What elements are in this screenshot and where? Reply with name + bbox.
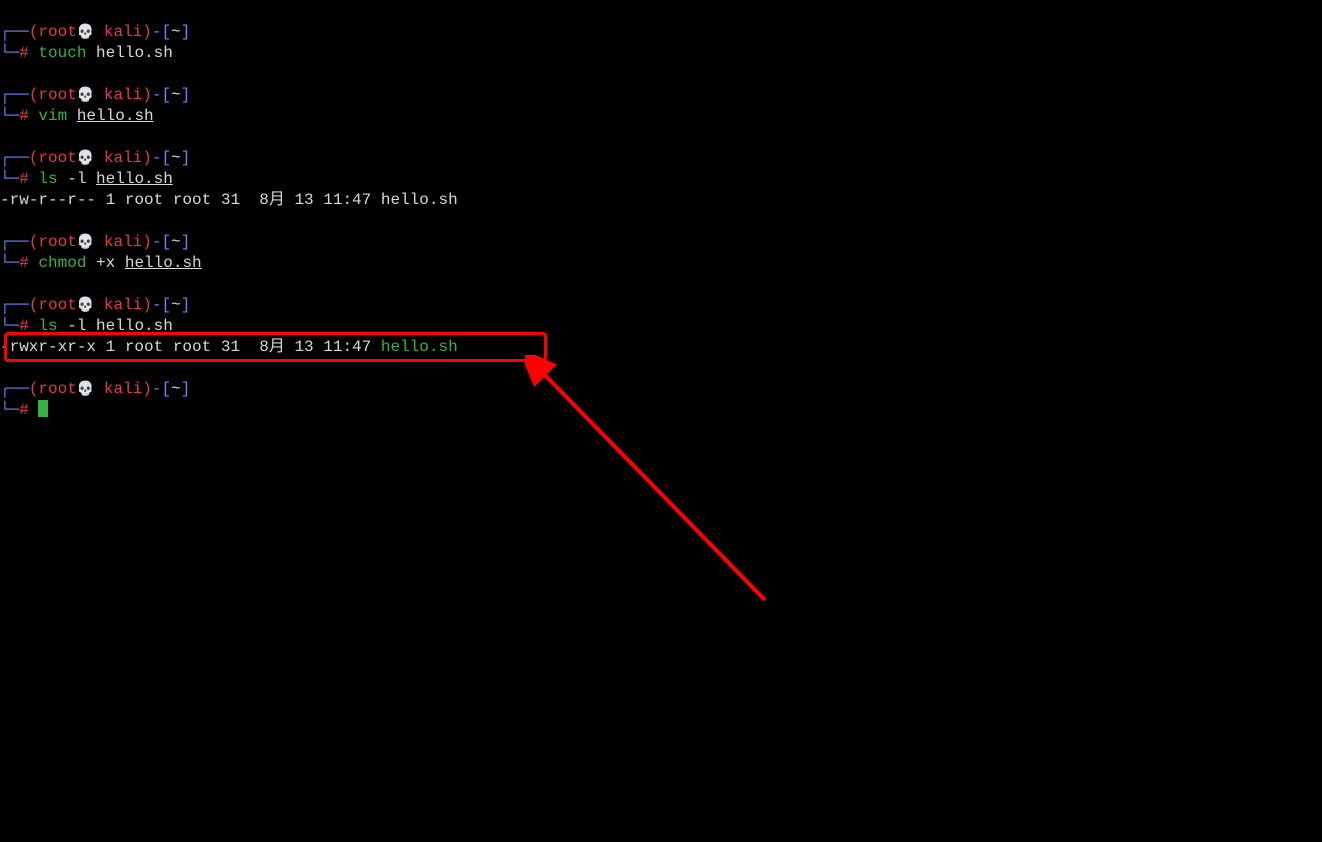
prompt-line: ┌──(root💀 kali)-[~] xyxy=(0,232,1322,253)
prompt-paren: ( xyxy=(29,23,39,41)
skull-icon: 💀 xyxy=(77,25,94,41)
prompt-line: ┌──(root💀 kali)-[~] xyxy=(0,379,1322,400)
command-arg: hello.sh xyxy=(77,107,154,125)
command: ls xyxy=(38,317,57,335)
prompt-sep: -[ xyxy=(152,23,171,41)
skull-icon: 💀 xyxy=(77,151,94,167)
command-line-active[interactable]: └─# xyxy=(0,400,1322,421)
prompt-user: root xyxy=(38,23,76,41)
command-output: -rw-r--r-- 1 root root 31 8月 13 11:47 he… xyxy=(0,190,1322,211)
command: ls xyxy=(38,170,57,188)
command-line: └─# ls -l hello.sh xyxy=(0,316,1322,337)
command-arg: hello.sh xyxy=(125,254,202,272)
prompt-host xyxy=(94,23,104,41)
skull-icon: 💀 xyxy=(77,88,94,104)
command-arg: hello.sh xyxy=(96,170,173,188)
command-line: └─# chmod +x hello.sh xyxy=(0,253,1322,274)
prompt-corner: └─ xyxy=(0,44,19,62)
command-line: └─# touch hello.sh xyxy=(0,43,1322,64)
command-output-highlighted: -rwxr-xr-x 1 root root 31 8月 13 11:47 he… xyxy=(0,337,1322,358)
command-flag: -l xyxy=(67,317,86,335)
prompt-cwd: ~ xyxy=(171,23,181,41)
prompt-line: ┌──(root💀 kali)-[~] xyxy=(0,85,1322,106)
prompt-sep: ] xyxy=(181,23,191,41)
blank-line xyxy=(0,64,1322,85)
command-arg: hello.sh xyxy=(96,44,173,62)
command: vim xyxy=(38,107,67,125)
skull-icon: 💀 xyxy=(77,235,94,251)
command-flag: -l xyxy=(67,170,86,188)
prompt-line: ┌──(root💀 kali)-[~] xyxy=(0,22,1322,43)
prompt-line: ┌──(root💀 kali)-[~] xyxy=(0,295,1322,316)
executable-file: hello.sh xyxy=(381,338,458,356)
command-line: └─# vim hello.sh xyxy=(0,106,1322,127)
prompt-paren: ) xyxy=(142,23,152,41)
prompt-hash: # xyxy=(19,44,38,62)
prompt-line: ┌──(root💀 kali)-[~] xyxy=(0,148,1322,169)
blank-line xyxy=(0,127,1322,148)
command-flag: +x xyxy=(96,254,115,272)
blank-line xyxy=(0,358,1322,379)
skull-icon: 💀 xyxy=(77,298,94,314)
cursor-icon xyxy=(38,400,48,417)
command: chmod xyxy=(38,254,86,272)
terminal-window[interactable]: ┌──(root💀 kali)-[~] └─# touch hello.sh ┌… xyxy=(0,0,1322,421)
blank-line xyxy=(0,274,1322,295)
command: touch xyxy=(38,44,86,62)
skull-icon: 💀 xyxy=(77,382,94,398)
blank-line xyxy=(0,211,1322,232)
command-line: └─# ls -l hello.sh xyxy=(0,169,1322,190)
prompt-corner: ┌── xyxy=(0,23,29,41)
command-arg: hello.sh xyxy=(96,317,173,335)
